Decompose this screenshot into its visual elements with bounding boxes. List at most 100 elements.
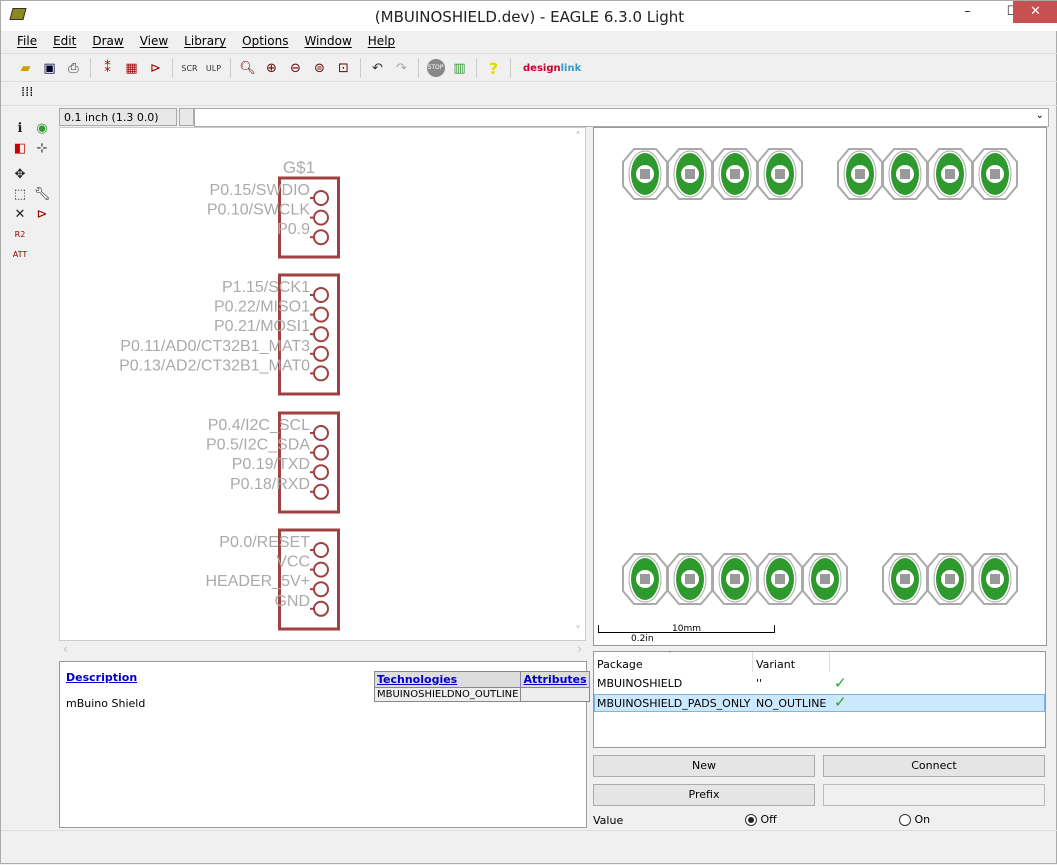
- menu-options[interactable]: Options: [234, 31, 296, 53]
- zoom-redraw-icon[interactable]: ⊜: [309, 58, 330, 79]
- zoom-out-icon[interactable]: ⊖: [285, 58, 306, 79]
- pin-label: P0.19/TXD: [232, 456, 310, 473]
- print-icon[interactable]: ⎙: [63, 58, 84, 79]
- header-variant[interactable]: Variant: [756, 658, 795, 671]
- zoom-in-icon[interactable]: ⊕: [261, 58, 282, 79]
- menu-library[interactable]: Library: [176, 31, 234, 53]
- pin-label: P1.15/SCK1: [222, 279, 310, 296]
- redo-icon[interactable]: ↷: [391, 58, 412, 79]
- value-off-radio[interactable]: Off: [745, 813, 777, 826]
- pin-label: HEADER_5V+: [206, 573, 311, 590]
- group-icon[interactable]: ⬚: [9, 185, 31, 205]
- package-icon[interactable]: ▦: [121, 58, 142, 79]
- mark-icon[interactable]: ⊹: [31, 138, 53, 158]
- drill-center: [900, 574, 910, 584]
- scale-in: 0.2in: [631, 634, 654, 644]
- on-label: On: [914, 813, 931, 826]
- command-input[interactable]: ⌄: [194, 108, 1049, 127]
- board-icon[interactable]: ⁑: [97, 58, 118, 79]
- check-icon: ✓: [834, 674, 847, 692]
- drill-center: [685, 574, 695, 584]
- add-icon[interactable]: ⊳: [31, 205, 53, 225]
- pin-label: P0.10/SWCLK: [207, 202, 310, 219]
- pin-circle: [313, 464, 329, 481]
- tool-palette: ℹ ◉ ◧ ⊹ ✥ ⬚ 🔧︎ ✕ ⊳ R2 ATT: [9, 118, 57, 265]
- drill-center: [775, 574, 785, 584]
- horizontal-scrollbar[interactable]: ‹ ›: [59, 641, 586, 659]
- pin-circle: [313, 542, 329, 558]
- prefix-button[interactable]: Prefix: [593, 784, 815, 806]
- description-link[interactable]: Description: [66, 671, 137, 684]
- script-icon[interactable]: SCR: [179, 58, 200, 79]
- prefix-field[interactable]: [823, 784, 1045, 806]
- zoom-select-icon[interactable]: ⊡: [333, 58, 354, 79]
- menu-edit[interactable]: Edit: [45, 31, 84, 53]
- close-button[interactable]: ✕: [1013, 1, 1057, 23]
- menu-help[interactable]: Help: [360, 31, 403, 53]
- minimize-button[interactable]: –: [945, 1, 990, 23]
- pin-label: P0.13/AD2/CT32B1_MAT0: [119, 357, 310, 374]
- zoom-fit-icon[interactable]: 🔍︎: [237, 58, 258, 79]
- pin-label: P0.9: [277, 221, 310, 238]
- menu-view[interactable]: View: [132, 31, 176, 53]
- check-icon: ✓: [834, 693, 847, 711]
- pin-circle: [313, 365, 329, 382]
- open-icon[interactable]: ▰: [15, 58, 36, 79]
- header-package[interactable]: Package: [597, 658, 643, 671]
- delete-icon[interactable]: ✕: [9, 205, 31, 225]
- pin-circle: [313, 425, 329, 441]
- wrench-icon[interactable]: 🔧︎: [31, 185, 53, 205]
- menu-window[interactable]: Window: [296, 31, 359, 53]
- window-title: (MBUINOSHIELD.dev) - EAGLE 6.3.0 Light: [374, 8, 685, 26]
- info-icon[interactable]: ℹ: [9, 118, 31, 138]
- pin-label: VCC: [276, 554, 310, 571]
- drill-center: [945, 169, 955, 179]
- technology-cell[interactable]: MBUINOSHIELDNO_OUTLINE: [373, 687, 522, 702]
- package-name: MBUINOSHIELD: [597, 677, 683, 690]
- pin-label: P0.0/RESET: [219, 534, 310, 551]
- radio-icon[interactable]: [745, 814, 757, 826]
- technologies-table: Technologies Attributes MBUINOSHIELDNO_OU…: [373, 671, 590, 702]
- stop-icon[interactable]: STOP: [425, 58, 446, 79]
- move-icon[interactable]: ✥: [9, 165, 31, 185]
- sort-arrow-icon: ˄: [668, 650, 672, 659]
- name-icon[interactable]: R2: [9, 225, 31, 245]
- coordinate-spacer: [179, 108, 194, 126]
- drill-center: [990, 169, 1000, 179]
- attributes-link[interactable]: Attributes: [523, 673, 586, 686]
- menu-file[interactable]: File: [9, 31, 45, 53]
- help-icon[interactable]: ?: [483, 58, 504, 79]
- attribute-icon[interactable]: ATT: [9, 245, 31, 265]
- layers-icon[interactable]: ◧: [9, 138, 31, 158]
- title-bar: (MBUINOSHIELD.dev) - EAGLE 6.3.0 Light –…: [1, 1, 1057, 31]
- ulp-icon[interactable]: ULP: [203, 58, 224, 79]
- scroll-down-icon[interactable]: ˅: [575, 624, 581, 638]
- radio-icon[interactable]: [899, 814, 911, 826]
- symbol-icon[interactable]: ⊳: [145, 58, 166, 79]
- schematic-canvas[interactable]: G$1 P0.15/SWDIO P0.10/SWCLK P0.9 P1.15/SCK1 P…: [59, 127, 586, 641]
- description-text: mBuino Shield: [66, 697, 146, 710]
- grid-icon[interactable]: ⁞⁞⁞: [21, 85, 33, 100]
- main-toolbar: ▰ ▣ ⎙ ⁑ ▦ ⊳ SCR ULP 🔍︎ ⊕ ⊖ ⊜ ⊡ ↶ ↷ STOP …: [15, 55, 581, 81]
- technologies-link[interactable]: Technologies: [377, 673, 457, 686]
- variant-name: '': [756, 677, 763, 690]
- pin-label: GND: [274, 593, 310, 610]
- package-preview: 10mm 0.2in: [593, 127, 1047, 646]
- value-on-radio[interactable]: On: [899, 813, 930, 826]
- scroll-up-icon[interactable]: ˄: [575, 130, 581, 144]
- package-row-selected[interactable]: MBUINOSHIELD_PADS_ONLY NO_OUTLINE ✓: [594, 693, 1045, 712]
- eye-icon[interactable]: ◉: [31, 118, 53, 138]
- package-row[interactable]: MBUINOSHIELD '' ✓: [594, 674, 1045, 693]
- coordinate-display: 0.1 inch (1.3 0.0): [59, 108, 177, 126]
- connect-button[interactable]: Connect: [823, 755, 1045, 777]
- designlink-logo[interactable]: designlink: [523, 63, 581, 74]
- save-icon[interactable]: ▣: [39, 58, 60, 79]
- part-name: G$1: [283, 158, 315, 177]
- undo-icon[interactable]: ↶: [367, 58, 388, 79]
- chevron-down-icon[interactable]: ⌄: [1036, 110, 1044, 121]
- go-icon[interactable]: ▥: [449, 58, 470, 79]
- status-bar: [1, 830, 1057, 865]
- new-button[interactable]: New: [593, 755, 815, 777]
- menu-draw[interactable]: Draw: [84, 31, 131, 53]
- placeholder: [31, 158, 53, 178]
